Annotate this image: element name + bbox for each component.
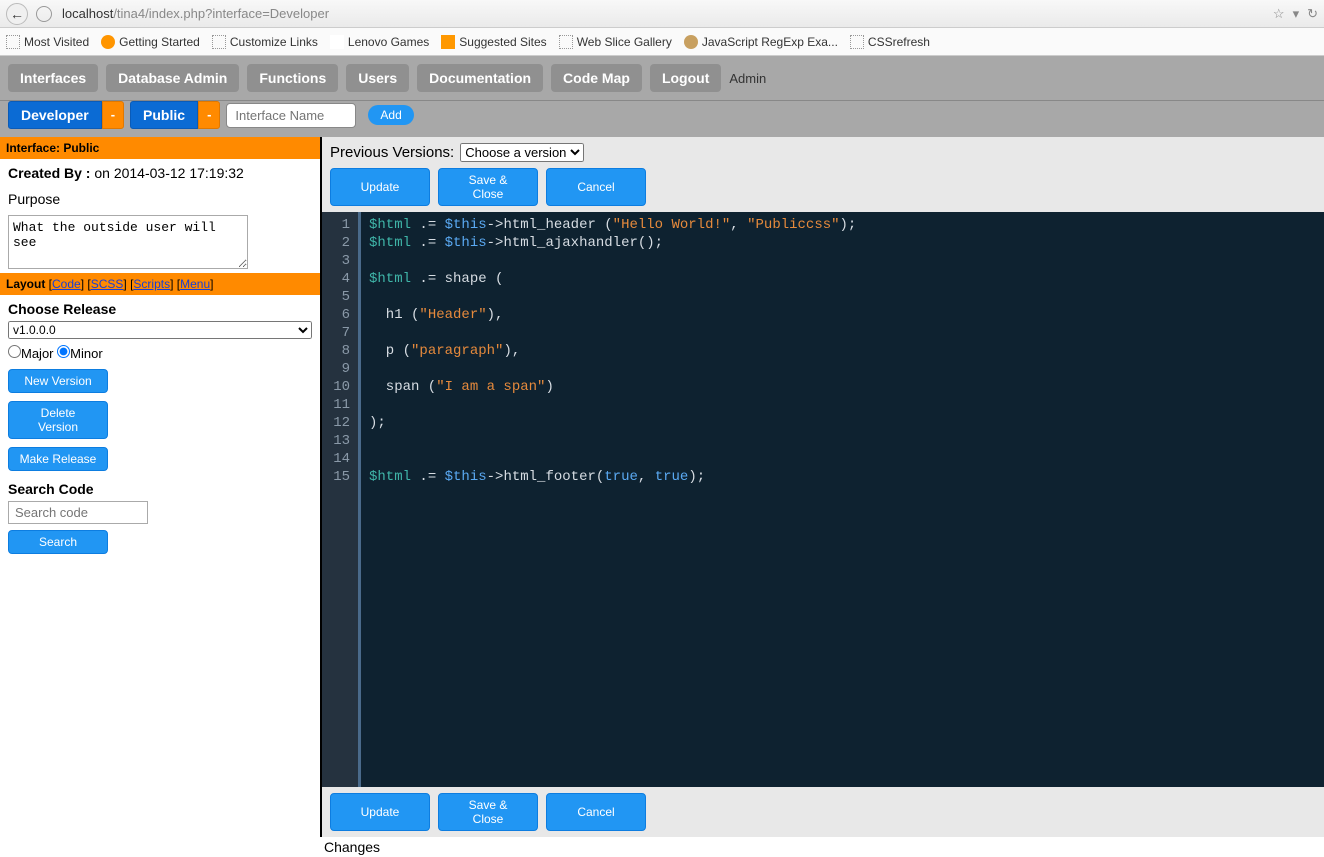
update-button[interactable]: Update: [330, 168, 430, 206]
search-code-label: Search Code: [0, 475, 320, 499]
cancel-button[interactable]: Cancel: [546, 168, 646, 206]
bookmark-cssrefresh[interactable]: CSSrefresh: [850, 35, 930, 49]
version-type-radios: Major Minor: [0, 341, 320, 365]
reload-icon[interactable]: ↻: [1307, 6, 1318, 22]
code-lines[interactable]: $html .= $this->html_header ("Hello Worl…: [358, 212, 864, 787]
release-label: Choose Release: [0, 295, 320, 319]
monkey-icon: [684, 35, 698, 49]
bookmark-label: Most Visited: [24, 35, 89, 49]
interface-header: Interface: Public: [0, 137, 320, 159]
created-by-line: Created By : on 2014-03-12 17:19:32: [0, 159, 320, 187]
purpose-textarea[interactable]: What the outside user will see: [8, 215, 248, 269]
url-bar[interactable]: localhost/tina4/index.php?interface=Deve…: [60, 4, 1269, 23]
editor-actions-bottom: Update Save & Close Cancel: [322, 787, 1324, 837]
bookmark-icon: [850, 35, 864, 49]
nav-users[interactable]: Users: [346, 64, 409, 92]
created-by-value: on 2014-03-12 17:19:32: [90, 165, 243, 181]
layout-header: Layout [Code] [SCSS] [Scripts] [Menu]: [0, 273, 320, 295]
layout-code-link[interactable]: Code: [52, 277, 81, 291]
url-host: localhost: [62, 6, 113, 21]
update-button-bottom[interactable]: Update: [330, 793, 430, 831]
previous-versions-row: Previous Versions: Choose a version: [322, 137, 1324, 168]
code-editor[interactable]: 123456789101112131415 $html .= $this->ht…: [322, 212, 1324, 787]
bookmark-label: JavaScript RegExp Exa...: [702, 35, 838, 49]
nav-interfaces[interactable]: Interfaces: [8, 64, 98, 92]
url-path: /tina4/index.php?interface=Developer: [113, 6, 329, 21]
globe-icon: [36, 6, 52, 22]
new-version-button[interactable]: New Version: [8, 369, 108, 393]
editor-actions-top: Update Save & Close Cancel: [322, 168, 1324, 212]
minor-radio-label[interactable]: Minor: [57, 346, 103, 361]
line-gutter: 123456789101112131415: [322, 212, 358, 787]
bookmark-star-icon[interactable]: ☆: [1273, 6, 1285, 22]
cancel-button-bottom[interactable]: Cancel: [546, 793, 646, 831]
bookmark-label: CSSrefresh: [868, 35, 930, 49]
search-code-input[interactable]: [8, 501, 148, 524]
bookmark-label: Lenovo Games: [348, 35, 429, 49]
back-button[interactable]: ←: [6, 3, 28, 25]
layout-scss-link[interactable]: SCSS: [91, 277, 124, 291]
delete-version-button[interactable]: Delete Version: [8, 401, 108, 439]
nav-code-map[interactable]: Code Map: [551, 64, 642, 92]
bookmark-getting-started[interactable]: Getting Started: [101, 35, 200, 49]
chrome-icons: ☆ ▾ ↻: [1273, 6, 1318, 22]
suggested-icon: [441, 35, 455, 49]
bookmark-icon: [6, 35, 20, 49]
changes-label: Changes: [322, 837, 1324, 857]
bookmark-label: Web Slice Gallery: [577, 35, 672, 49]
bookmark-label: Suggested Sites: [459, 35, 546, 49]
nav-documentation[interactable]: Documentation: [417, 64, 543, 92]
browser-nav-bar: ← localhost/tina4/index.php?interface=De…: [0, 0, 1324, 28]
major-text: Major: [21, 346, 54, 361]
layout-scripts-link[interactable]: Scripts: [133, 277, 170, 291]
previous-versions-label: Previous Versions:: [330, 144, 454, 161]
editor-pane: Previous Versions: Choose a version Upda…: [320, 137, 1324, 837]
admin-label: Admin: [729, 71, 766, 86]
search-button[interactable]: Search: [8, 530, 108, 554]
tab-public[interactable]: Public: [130, 101, 198, 129]
major-radio[interactable]: [8, 345, 21, 358]
major-radio-label[interactable]: Major: [8, 346, 54, 361]
layout-menu-link[interactable]: Menu: [180, 277, 210, 291]
bookmark-web-slice[interactable]: Web Slice Gallery: [559, 35, 672, 49]
save-close-button-bottom[interactable]: Save & Close: [438, 793, 538, 831]
nav-functions[interactable]: Functions: [247, 64, 338, 92]
firefox-icon: [101, 35, 115, 49]
interface-name-input[interactable]: [226, 103, 356, 128]
bookmark-lenovo-games[interactable]: Lenovo Games: [330, 35, 429, 49]
dropdown-icon[interactable]: ▾: [1293, 6, 1300, 22]
save-close-button[interactable]: Save & Close: [438, 168, 538, 206]
tab-developer-close[interactable]: -: [102, 101, 124, 129]
make-release-button[interactable]: Make Release: [8, 447, 108, 471]
app-toolbar: Interfaces Database Admin Functions User…: [0, 56, 1324, 101]
layout-label: Layout: [6, 277, 49, 291]
main-area: Interface: Public Created By : on 2014-0…: [0, 137, 1324, 837]
nav-logout[interactable]: Logout: [650, 64, 721, 92]
bookmark-js-regexp[interactable]: JavaScript RegExp Exa...: [684, 35, 838, 49]
bookmark-label: Getting Started: [119, 35, 200, 49]
bookmark-icon: [559, 35, 573, 49]
minor-radio[interactable]: [57, 345, 70, 358]
bookmark-most-visited[interactable]: Most Visited: [6, 35, 89, 49]
tab-developer[interactable]: Developer: [8, 101, 102, 129]
minor-text: Minor: [70, 346, 103, 361]
bookmarks-bar: Most Visited Getting Started Customize L…: [0, 28, 1324, 56]
release-select[interactable]: v1.0.0.0: [8, 321, 312, 339]
add-interface-button[interactable]: Add: [368, 105, 413, 125]
purpose-label: Purpose: [0, 187, 320, 211]
bookmark-icon: [330, 35, 344, 49]
bookmark-suggested-sites[interactable]: Suggested Sites: [441, 35, 546, 49]
interface-tabs-row: Developer - Public - Add: [0, 101, 1324, 137]
tab-public-close[interactable]: -: [198, 101, 220, 129]
bookmark-customize-links[interactable]: Customize Links: [212, 35, 318, 49]
bookmark-label: Customize Links: [230, 35, 318, 49]
created-by-label: Created By :: [8, 165, 90, 181]
bookmark-icon: [212, 35, 226, 49]
nav-database-admin[interactable]: Database Admin: [106, 64, 239, 92]
version-select[interactable]: Choose a version: [460, 143, 584, 162]
sidebar: Interface: Public Created By : on 2014-0…: [0, 137, 320, 837]
